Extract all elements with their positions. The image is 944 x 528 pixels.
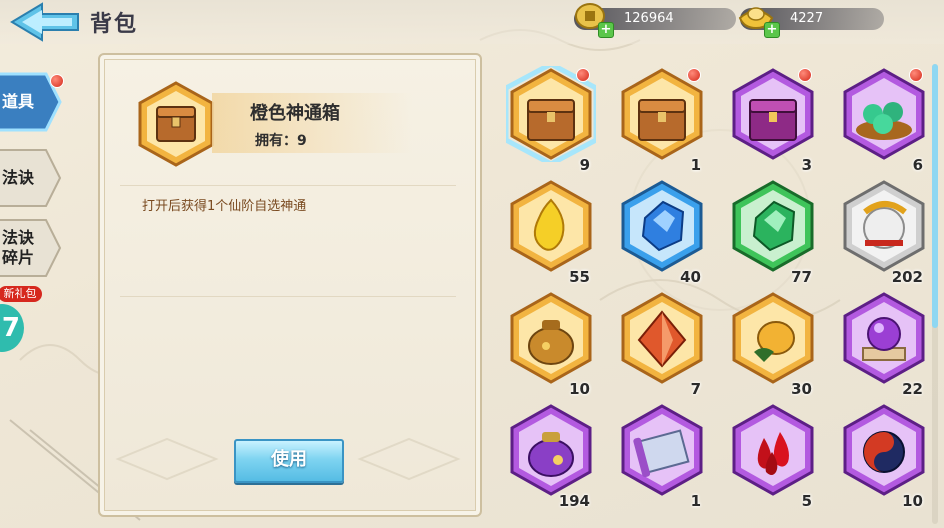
tab-fragments-label-line2: 碎片	[2, 248, 35, 267]
item-slot[interactable]: 22	[833, 290, 929, 398]
back-button[interactable]	[8, 2, 82, 42]
promo-number-badge[interactable]: 7	[0, 304, 24, 352]
scrollbar-thumb[interactable]	[932, 64, 938, 328]
item-count: 202	[891, 268, 923, 286]
new-item-dot	[909, 68, 923, 82]
item-name: 橙色神通箱	[250, 103, 340, 124]
item-slot[interactable]: 5	[722, 402, 818, 510]
item-count: 30	[791, 380, 812, 398]
green-crystal-icon	[732, 180, 814, 272]
item-slot[interactable]: 202	[833, 178, 929, 286]
item-slot[interactable]: 9	[500, 66, 596, 174]
new-item-dot	[687, 68, 701, 82]
item-detail-panel: 橙色神通箱 拥有：9 打开后获得1个仙阶自选神通 使用	[98, 53, 482, 517]
scroll-map-icon	[621, 404, 703, 496]
new-item-dot	[798, 68, 812, 82]
red-gem-icon	[621, 292, 703, 384]
item-count: 40	[680, 268, 701, 286]
golden-flame-stone-icon	[510, 180, 592, 272]
item-slot[interactable]: 6	[833, 66, 929, 174]
tab-items-label: 道具	[2, 92, 35, 111]
decorative-diamond	[115, 437, 219, 481]
item-count: 55	[569, 268, 590, 286]
tab-items-notification-dot	[50, 74, 64, 88]
item-count: 1	[690, 156, 701, 174]
use-button[interactable]: 使用	[234, 439, 344, 483]
new-gift-pack-badge[interactable]: 新礼包	[0, 286, 42, 302]
item-grid: 9 1 3 6 55 40 77 202 10 7 30 22 194 1 5 10	[500, 66, 930, 526]
ingot-counter: + 4227	[738, 7, 884, 38]
item-slot[interactable]: 40	[611, 178, 707, 286]
item-count: 77	[791, 268, 812, 286]
purple-orb-pedestal-icon	[843, 292, 925, 384]
item-slot[interactable]: 10	[833, 402, 929, 510]
item-slot[interactable]: 77	[722, 178, 818, 286]
add-coins-button[interactable]: +	[598, 22, 614, 38]
ingot-amount: 4227	[790, 11, 824, 26]
item-slot[interactable]: 1	[611, 402, 707, 510]
dragon-orb-icon	[843, 180, 925, 272]
item-count: 10	[902, 492, 923, 510]
tab-techniques-label: 法诀	[2, 168, 35, 187]
tab-techniques[interactable]: 法诀	[0, 146, 64, 210]
tab-technique-fragments[interactable]: 法诀 碎片	[0, 216, 64, 280]
new-item-dot	[576, 68, 590, 82]
coin-amount: 126964	[624, 11, 674, 26]
item-slot[interactable]: 10	[500, 290, 596, 398]
item-slot[interactable]: 7	[611, 290, 707, 398]
item-slot[interactable]: 30	[722, 290, 818, 398]
purple-pouch-icon	[510, 404, 592, 496]
owned-value: 9	[297, 133, 307, 149]
item-count: 5	[801, 492, 812, 510]
item-count: 6	[912, 156, 923, 174]
item-slot[interactable]: 1	[611, 66, 707, 174]
item-count: 9	[579, 156, 590, 174]
item-count: 7	[690, 380, 701, 398]
wooden-chest-icon	[138, 81, 214, 167]
golden-fruit-icon	[732, 292, 814, 384]
tab-items[interactable]: 道具	[0, 70, 64, 134]
add-ingots-button[interactable]: +	[764, 22, 780, 38]
item-count: 10	[569, 380, 590, 398]
gold-pouch-icon	[510, 292, 592, 384]
item-slot[interactable]: 194	[500, 402, 596, 510]
owned-count: 拥有：9	[255, 130, 307, 150]
blood-drops-icon	[732, 404, 814, 496]
tab-fragments-label-line1: 法诀	[2, 228, 35, 247]
item-count: 1	[690, 492, 701, 510]
item-slot[interactable]: 3	[722, 66, 818, 174]
back-arrow-icon	[10, 2, 79, 42]
decorative-diamond	[357, 437, 461, 481]
item-slot[interactable]: 55	[500, 178, 596, 286]
blue-crystal-icon	[621, 180, 703, 272]
page-title: 背包	[90, 12, 139, 37]
owned-label: 拥有：	[255, 133, 297, 149]
item-count: 22	[902, 380, 923, 398]
taiji-orb-icon	[843, 404, 925, 496]
item-description: 打开后获得1个仙阶自选神通	[142, 199, 307, 214]
item-count: 194	[558, 492, 590, 510]
item-count: 3	[801, 156, 812, 174]
coin-counter: + 126964	[574, 3, 736, 38]
